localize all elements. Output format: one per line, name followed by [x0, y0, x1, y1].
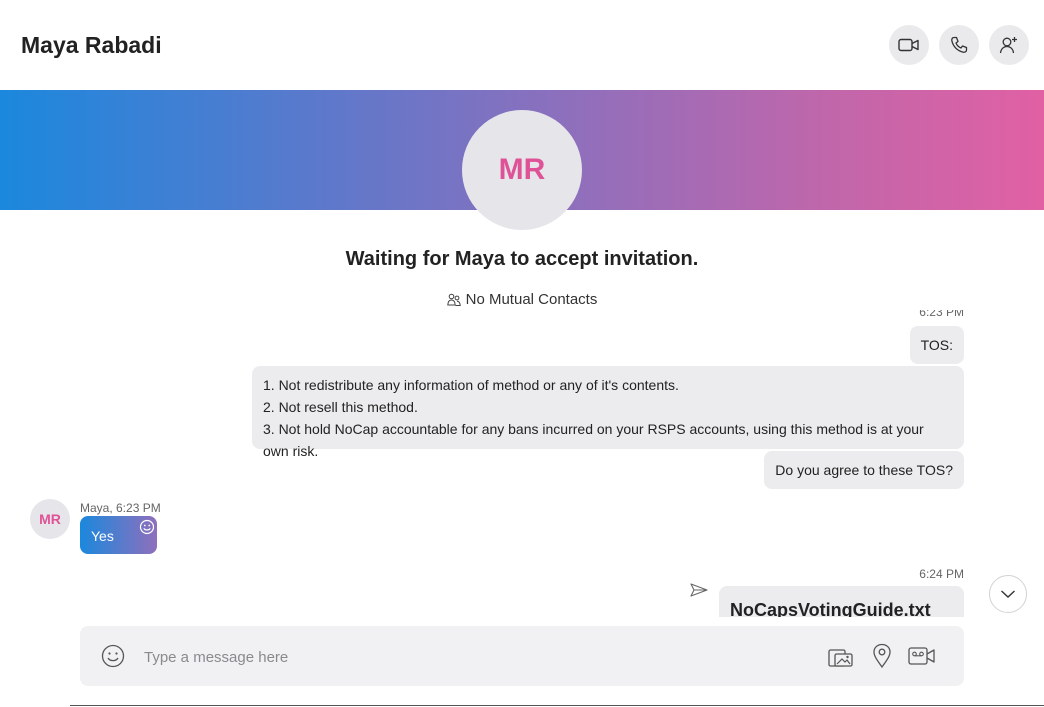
- contact-avatar[interactable]: MR: [462, 110, 582, 230]
- file-timestamp: 6:24 PM: [919, 567, 964, 581]
- message-text: Do you agree to these TOS?: [775, 462, 953, 478]
- sent-status-icon: [690, 583, 708, 597]
- add-people-button[interactable]: [989, 25, 1029, 65]
- tos-item: 1. Not redistribute any information of m…: [263, 377, 679, 393]
- video-message-icon[interactable]: [908, 645, 936, 667]
- phone-icon: [951, 36, 968, 53]
- window-bottom-border: [70, 705, 1044, 706]
- invitation-status: Waiting for Maya to accept invitation.: [345, 248, 699, 270]
- sender-avatar[interactable]: MR: [30, 499, 70, 539]
- mutual-contacts[interactable]: No Mutual Contacts: [0, 291, 1044, 308]
- message-composer: [80, 626, 964, 686]
- message-list[interactable]: 6:23 PM TOS: 1. Not redistribute any inf…: [0, 310, 1044, 617]
- chat-header: Maya Rabadi: [0, 0, 1044, 90]
- sender-meta: Maya, 6:23 PM: [80, 501, 161, 515]
- message-timestamp: 6:23 PM: [919, 310, 964, 319]
- video-call-icon: [898, 38, 919, 52]
- message-text: Yes: [91, 528, 114, 544]
- file-attachment[interactable]: NoCapsVotingGuide.txt: [719, 586, 964, 617]
- add-reaction-icon[interactable]: [139, 519, 155, 535]
- outgoing-message-tos[interactable]: 1. Not redistribute any information of m…: [252, 366, 964, 459]
- contact-name[interactable]: Maya Rabadi: [21, 32, 162, 59]
- mutual-contacts-label: No Mutual Contacts: [465, 291, 598, 308]
- video-call-button[interactable]: [889, 25, 929, 65]
- contacts-icon: [446, 293, 461, 306]
- chevron-down-icon: [1001, 590, 1015, 598]
- add-person-icon: [999, 37, 1017, 54]
- message-input[interactable]: [142, 644, 786, 670]
- outgoing-message[interactable]: Do you agree to these TOS?: [764, 451, 964, 489]
- message-text: TOS:: [920, 337, 953, 353]
- file-name: NoCapsVotingGuide.txt: [730, 600, 931, 617]
- location-icon[interactable]: [872, 643, 892, 669]
- media-gallery-icon[interactable]: [828, 644, 854, 668]
- emoji-icon[interactable]: [101, 644, 125, 668]
- outgoing-message[interactable]: TOS:: [909, 326, 964, 364]
- tos-item: 2. Not resell this method.: [263, 399, 418, 415]
- scroll-to-bottom-button[interactable]: [989, 575, 1027, 613]
- audio-call-button[interactable]: [939, 25, 979, 65]
